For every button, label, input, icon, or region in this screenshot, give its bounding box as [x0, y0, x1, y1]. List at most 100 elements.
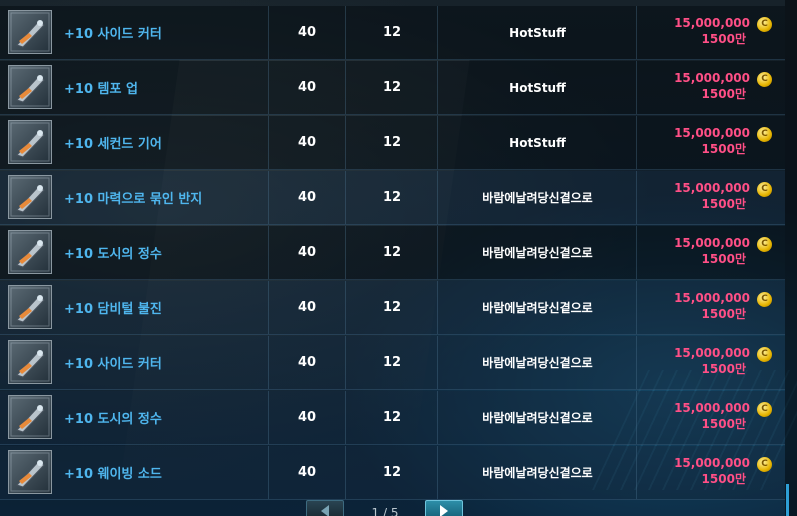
city-essence-icon[interactable]	[8, 395, 52, 439]
item-price: 15,000,000 1500만	[650, 345, 750, 377]
column-divider	[345, 61, 346, 114]
city-essence-icon[interactable]	[8, 230, 52, 274]
seller-name: HotStuff	[509, 80, 566, 95]
item-level: 40	[297, 25, 317, 40]
column-divider	[636, 6, 637, 59]
column-divider	[345, 116, 346, 169]
item-name[interactable]: +10 사이드 커터	[64, 353, 162, 372]
item-price: 15,000,000 1500만	[650, 235, 750, 267]
page-indicator: 1 / 5	[371, 506, 399, 516]
item-level: 40	[297, 190, 317, 205]
price-man: 1500만	[701, 417, 746, 431]
scrollbar-thumb[interactable]	[786, 484, 789, 516]
column-divider	[437, 171, 438, 224]
item-row[interactable]: +10 사이드 커터 40 12 바람에날려당신곁으로 15,000,000 1…	[0, 336, 785, 390]
column-divider	[636, 446, 637, 499]
next-page-button[interactable]	[425, 500, 463, 516]
item-row[interactable]: +10 웨이빙 소드 40 12 바람에날려당신곁으로 15,000,000 1…	[0, 446, 785, 500]
gold-coin-icon: C	[757, 182, 772, 197]
item-name[interactable]: +10 사이드 커터	[64, 23, 162, 42]
seller-name: 바람에날려당신곁으로	[482, 301, 593, 315]
item-row[interactable]: +10 사이드 커터 40 12 HotStuff 15,000,000 150…	[0, 6, 785, 60]
seller-name: 바람에날려당신곁으로	[482, 191, 593, 205]
seller-name: 바람에날려당신곁으로	[482, 466, 593, 480]
column-divider	[268, 116, 269, 169]
waving-sword-icon[interactable]	[8, 450, 52, 494]
item-price: 15,000,000 1500만	[650, 290, 750, 322]
price-amount: 15,000,000	[674, 456, 750, 470]
price-amount: 15,000,000	[674, 181, 750, 195]
prev-page-button[interactable]	[306, 500, 344, 516]
price-amount: 15,000,000	[674, 346, 750, 360]
item-level: 40	[297, 410, 317, 425]
item-name[interactable]: +10 마력으로 묶인 반지	[64, 188, 202, 207]
column-divider	[437, 281, 438, 334]
item-row[interactable]: +10 담비털 불진 40 12 바람에날려당신곁으로 15,000,000 1…	[0, 281, 785, 335]
item-count: 12	[382, 135, 402, 150]
item-level: 40	[297, 465, 317, 480]
gold-coin-icon: C	[757, 457, 772, 472]
item-row[interactable]: +10 도시의 정수 40 12 바람에날려당신곁으로 15,000,000 1…	[0, 391, 785, 445]
item-row[interactable]: +10 세컨드 기어 40 12 HotStuff 15,000,000 150…	[0, 116, 785, 170]
gold-coin-icon: C	[757, 237, 772, 252]
column-divider	[345, 336, 346, 389]
column-divider	[345, 6, 346, 59]
arrow-left-icon	[321, 505, 329, 516]
item-count: 12	[382, 410, 402, 425]
item-name[interactable]: +10 템포 업	[64, 78, 138, 97]
item-level: 40	[297, 245, 317, 260]
gold-coin-icon: C	[757, 17, 772, 32]
sable-whisk-icon[interactable]	[8, 285, 52, 329]
column-divider	[268, 171, 269, 224]
price-man: 1500만	[701, 142, 746, 156]
item-row[interactable]: +10 마력으로 묶인 반지 40 12 바람에날려당신곁으로 15,000,0…	[0, 171, 785, 225]
item-price: 15,000,000 1500만	[650, 400, 750, 432]
scrollbar-track[interactable]	[785, 0, 797, 516]
column-divider	[345, 446, 346, 499]
price-amount: 15,000,000	[674, 236, 750, 250]
item-name[interactable]: +10 도시의 정수	[64, 408, 162, 427]
item-count: 12	[382, 465, 402, 480]
column-divider	[636, 391, 637, 444]
price-man: 1500만	[701, 197, 746, 211]
column-divider	[437, 391, 438, 444]
column-divider	[636, 116, 637, 169]
item-count: 12	[382, 25, 402, 40]
gold-coin-icon: C	[757, 292, 772, 307]
column-divider	[268, 61, 269, 114]
column-divider	[636, 336, 637, 389]
pagination: 1 / 5	[0, 494, 785, 516]
column-divider	[636, 61, 637, 114]
item-level: 40	[297, 300, 317, 315]
column-divider	[345, 171, 346, 224]
price-amount: 15,000,000	[674, 401, 750, 415]
column-divider	[437, 336, 438, 389]
side-cutter-icon[interactable]	[8, 10, 52, 54]
second-gear-icon[interactable]	[8, 120, 52, 164]
price-man: 1500만	[701, 472, 746, 486]
price-amount: 15,000,000	[674, 126, 750, 140]
item-count: 12	[382, 245, 402, 260]
item-price: 15,000,000 1500만	[650, 180, 750, 212]
column-divider	[268, 281, 269, 334]
column-divider	[345, 391, 346, 444]
price-man: 1500만	[701, 252, 746, 266]
magic-ring-icon[interactable]	[8, 175, 52, 219]
item-name[interactable]: +10 웨이빙 소드	[64, 463, 162, 482]
column-divider	[437, 61, 438, 114]
gold-coin-icon: C	[757, 402, 772, 417]
item-row[interactable]: +10 템포 업 40 12 HotStuff 15,000,000 1500만…	[0, 61, 785, 115]
gold-coin-icon: C	[757, 127, 772, 142]
seller-name: 바람에날려당신곁으로	[482, 246, 593, 260]
column-divider	[268, 6, 269, 59]
item-name[interactable]: +10 세컨드 기어	[64, 133, 162, 152]
item-level: 40	[297, 355, 317, 370]
price-man: 1500만	[701, 307, 746, 321]
item-row[interactable]: +10 도시의 정수 40 12 바람에날려당신곁으로 15,000,000 1…	[0, 226, 785, 280]
item-name[interactable]: +10 담비털 불진	[64, 298, 162, 317]
item-name[interactable]: +10 도시의 정수	[64, 243, 162, 262]
gold-coin-icon: C	[757, 72, 772, 87]
tempo-up-icon[interactable]	[8, 65, 52, 109]
column-divider	[437, 226, 438, 279]
side-cutter-icon[interactable]	[8, 340, 52, 384]
